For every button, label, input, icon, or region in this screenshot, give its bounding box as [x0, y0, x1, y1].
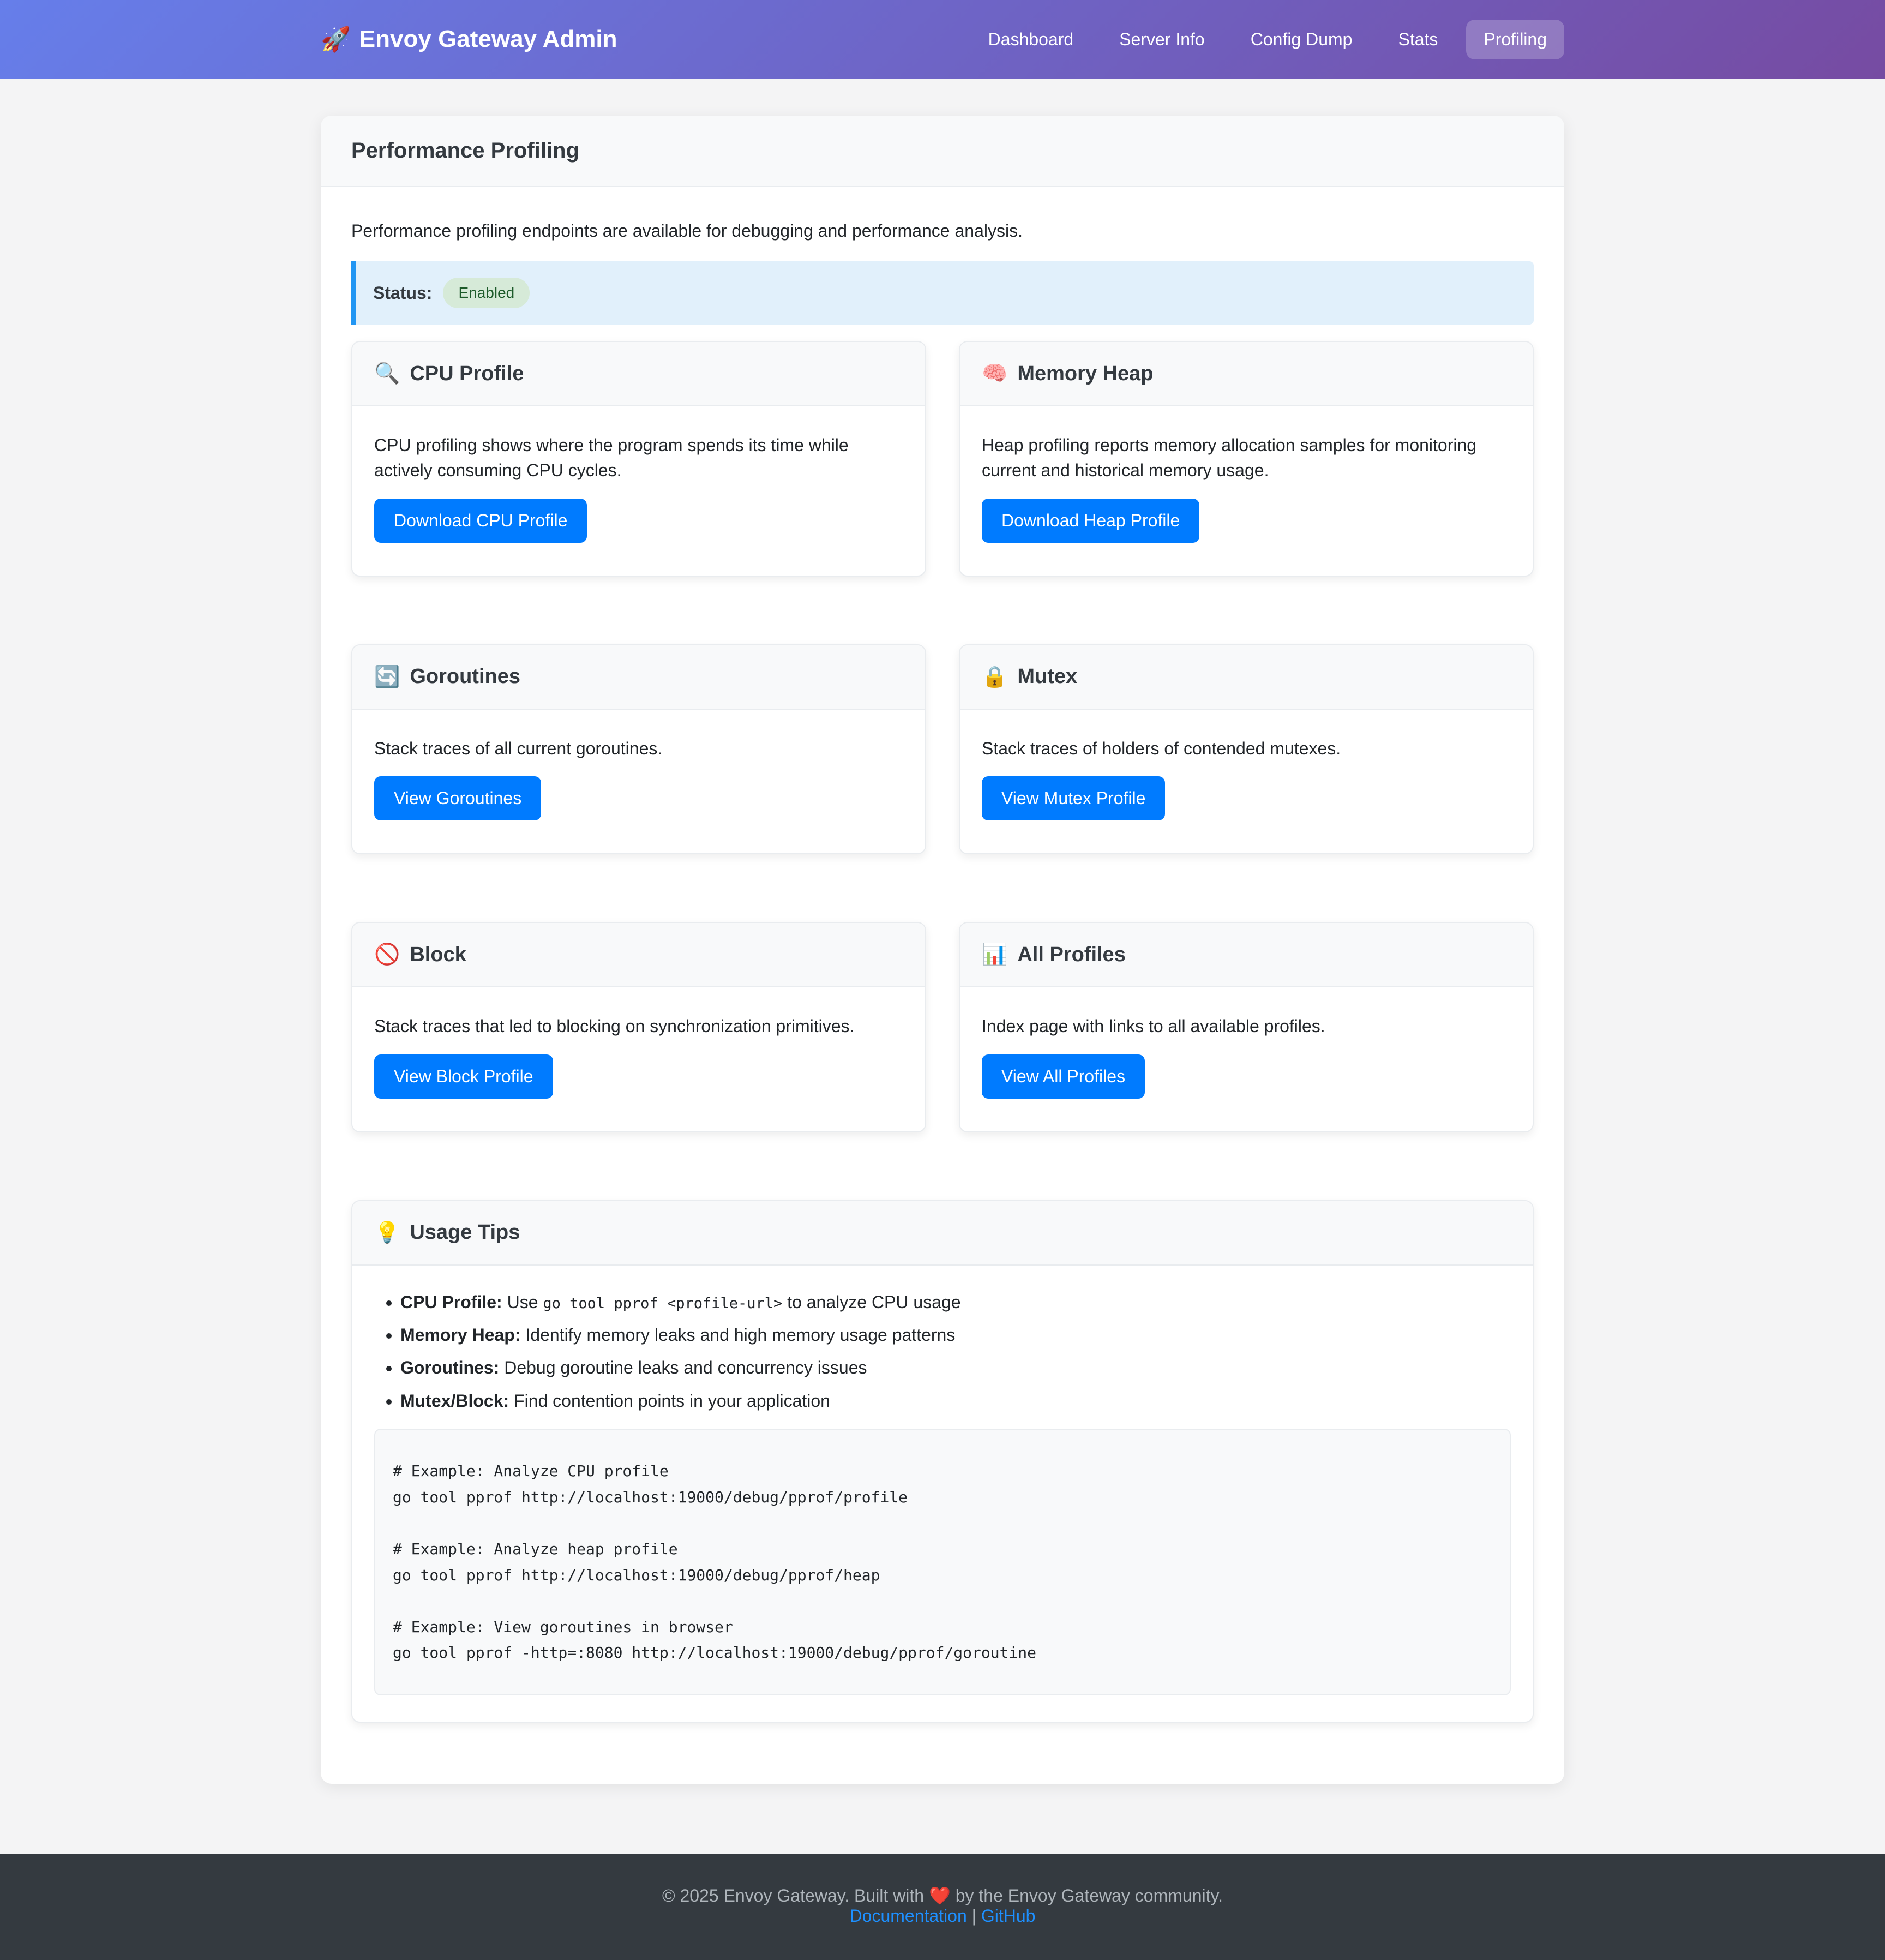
brain-icon: 🧠	[982, 362, 1007, 386]
rocket-icon: 🚀	[321, 25, 351, 53]
tips-list: CPU Profile: Use go tool pprof <profile-…	[374, 1290, 1511, 1414]
card-mutex-header: 🔒 Mutex	[960, 645, 1533, 710]
card-description: Stack traces of holders of contended mut…	[982, 736, 1511, 761]
card-cpu-profile-header: 🔍 CPU Profile	[352, 342, 925, 406]
card-goroutines: 🔄 Goroutines Stack traces of all current…	[351, 644, 926, 854]
app-brand: 🚀 Envoy Gateway Admin	[321, 25, 617, 53]
card-description: Stack traces of all current goroutines.	[374, 736, 903, 761]
card-description: Index page with links to all available p…	[982, 1014, 1511, 1039]
download-heap-profile-button[interactable]: Download Heap Profile	[982, 499, 1199, 543]
download-cpu-profile-button[interactable]: Download CPU Profile	[374, 499, 587, 543]
card-title: CPU Profile	[410, 362, 524, 386]
main-card-body: Performance profiling endpoints are avai…	[321, 187, 1564, 1784]
app-title: Envoy Gateway Admin	[359, 26, 617, 53]
usage-tips-body: CPU Profile: Use go tool pprof <profile-…	[352, 1266, 1533, 1722]
view-mutex-profile-button[interactable]: View Mutex Profile	[982, 776, 1165, 820]
usage-tips-card: 💡 Usage Tips CPU Profile: Use go tool pp…	[351, 1200, 1534, 1723]
card-title: Block	[410, 943, 466, 967]
pprof-examples-code-block: # Example: Analyze CPU profile go tool p…	[374, 1429, 1511, 1695]
card-description: Heap profiling reports memory allocation…	[982, 433, 1511, 483]
status-badge: Enabled	[443, 278, 530, 308]
tip-mutex-block: Mutex/Block: Find contention points in y…	[400, 1388, 1511, 1413]
nav-item-profiling[interactable]: Profiling	[1466, 20, 1564, 59]
page-title: Performance Profiling	[321, 116, 1564, 187]
tip-goroutines: Goroutines: Debug goroutine leaks and co…	[400, 1355, 1511, 1380]
card-block: 🚫 Block Stack traces that led to blockin…	[351, 922, 926, 1132]
lock-icon: 🔒	[982, 665, 1007, 689]
card-block-header: 🚫 Block	[352, 923, 925, 987]
card-title: Memory Heap	[1017, 362, 1153, 386]
card-all-profiles-header: 📊 All Profiles	[960, 923, 1533, 987]
prohibited-icon: 🚫	[374, 943, 400, 967]
usage-tips-header: 💡 Usage Tips	[352, 1201, 1533, 1266]
card-memory-heap-header: 🧠 Memory Heap	[960, 342, 1533, 406]
performance-profiling-card: Performance Profiling Performance profil…	[321, 116, 1564, 1784]
navbar-inner: 🚀 Envoy Gateway Admin Dashboard Server I…	[321, 0, 1564, 79]
page-footer: © 2025 Envoy Gateway. Built with ❤️ by t…	[0, 1854, 1885, 1960]
nav-item-server-info[interactable]: Server Info	[1102, 20, 1222, 59]
card-all-profiles: 📊 All Profiles Index page with links to …	[959, 922, 1534, 1132]
card-description: CPU profiling shows where the program sp…	[374, 433, 903, 483]
card-mutex: 🔒 Mutex Stack traces of holders of conte…	[959, 644, 1534, 854]
inline-code: go tool pprof <profile-url>	[543, 1295, 782, 1312]
card-title: All Profiles	[1017, 943, 1126, 967]
github-link[interactable]: GitHub	[981, 1906, 1036, 1926]
card-title: Mutex	[1017, 665, 1077, 688]
refresh-arrows-icon: 🔄	[374, 665, 400, 689]
nav-item-dashboard[interactable]: Dashboard	[971, 20, 1091, 59]
view-block-profile-button[interactable]: View Block Profile	[374, 1054, 553, 1099]
status-box: Status: Enabled	[351, 261, 1534, 325]
light-bulb-icon: 💡	[374, 1221, 400, 1245]
nav-item-stats[interactable]: Stats	[1380, 20, 1455, 59]
nav-item-config-dump[interactable]: Config Dump	[1233, 20, 1370, 59]
footer-links: Documentation | GitHub	[0, 1906, 1885, 1926]
card-title: Goroutines	[410, 665, 520, 688]
tip-memory-heap: Memory Heap: Identify memory leaks and h…	[400, 1322, 1511, 1347]
nav-links: Dashboard Server Info Config Dump Stats …	[971, 20, 1564, 59]
intro-text: Performance profiling endpoints are avai…	[351, 218, 1534, 244]
view-all-profiles-button[interactable]: View All Profiles	[982, 1054, 1145, 1099]
magnifying-glass-icon: 🔍	[374, 362, 400, 386]
card-memory-heap: 🧠 Memory Heap Heap profiling reports mem…	[959, 341, 1534, 577]
top-navbar: 🚀 Envoy Gateway Admin Dashboard Server I…	[0, 0, 1885, 79]
status-label: Status:	[373, 283, 432, 303]
bar-chart-icon: 📊	[982, 943, 1007, 967]
tip-cpu-profile: CPU Profile: Use go tool pprof <profile-…	[400, 1290, 1511, 1315]
footer-links-separator: |	[972, 1906, 976, 1926]
copyright-text: © 2025 Envoy Gateway. Built with ❤️ by t…	[0, 1885, 1885, 1906]
usage-tips-title: Usage Tips	[410, 1221, 520, 1244]
card-goroutines-header: 🔄 Goroutines	[352, 645, 925, 710]
view-goroutines-button[interactable]: View Goroutines	[374, 776, 541, 820]
card-cpu-profile: 🔍 CPU Profile CPU profiling shows where …	[351, 341, 926, 577]
documentation-link[interactable]: Documentation	[850, 1906, 967, 1926]
card-description: Stack traces that led to blocking on syn…	[374, 1014, 903, 1039]
profiles-grid: 🔍 CPU Profile CPU profiling shows where …	[351, 341, 1534, 1132]
